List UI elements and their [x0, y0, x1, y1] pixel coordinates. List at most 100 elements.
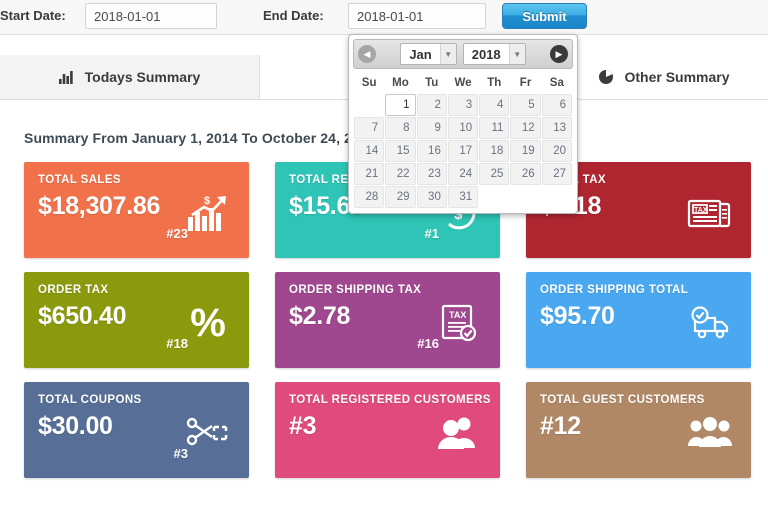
- svg-text:TAX: TAX: [449, 310, 466, 320]
- stat-card-total-coupons[interactable]: Total Coupons $30.00 #3: [24, 382, 249, 478]
- datepicker-day[interactable]: 27: [541, 163, 572, 185]
- date-filter-bar: Start Date: End Date: Submit: [0, 0, 768, 35]
- card-row: Order Tax $650.40 #18 % Order Shipping T…: [24, 272, 752, 382]
- weekday-header: Fr: [519, 77, 532, 89]
- datepicker-day[interactable]: 5: [510, 94, 541, 116]
- card-count: #23: [166, 226, 188, 241]
- weekday-header: Th: [487, 77, 502, 89]
- year-select-value: 2018: [471, 46, 501, 62]
- group-icon: [683, 408, 737, 458]
- datepicker-week-row: 123456: [354, 94, 572, 116]
- datepicker-day[interactable]: 6: [541, 94, 572, 116]
- start-date-label: Start Date:: [0, 8, 66, 23]
- datepicker-day[interactable]: 24: [447, 163, 479, 185]
- dashboard-page: Start Date: End Date: Submit Todays Summ…: [0, 0, 768, 515]
- datepicker-day[interactable]: 20: [541, 140, 572, 162]
- datepicker-popup[interactable]: ◀ Jan ▼ 2018 ▼ ▶ Su Mo Tu We Th Fr Sa 1 …: [348, 34, 578, 214]
- card-row: Total Coupons $30.00 #3 Total Registered…: [24, 382, 752, 492]
- prev-month-button[interactable]: ◀: [358, 45, 376, 63]
- datepicker-day-empty: [354, 94, 385, 116]
- datepicker-grid: Su Mo Tu We Th Fr Sa 1 2 3 4 5 6 7 8 9 10 11 12 13 14…: [353, 72, 573, 209]
- stat-card-order-shipping-tax[interactable]: Order Shipping Tax $2.78 #16 TAX: [275, 272, 500, 368]
- card-title: Total Registered Customers: [289, 394, 491, 406]
- datepicker-day[interactable]: 28: [354, 186, 385, 208]
- datepicker-day[interactable]: 3: [447, 94, 479, 116]
- card-count: #18: [166, 336, 188, 351]
- datepicker-day[interactable]: 7: [354, 117, 385, 139]
- datepicker-week-row: 28 29 30 31: [354, 186, 572, 208]
- card-value: $95.70: [540, 302, 615, 330]
- stat-card-total-sales[interactable]: Total Sales $18,307.86 #23 $: [24, 162, 249, 258]
- datepicker-day[interactable]: 12: [510, 117, 541, 139]
- datepicker-day[interactable]: 11: [479, 117, 510, 139]
- card-count: #16: [417, 336, 439, 351]
- card-value: $18,307.86: [38, 192, 161, 220]
- datepicker-day[interactable]: 19: [510, 140, 541, 162]
- sales-growth-icon: $: [181, 188, 235, 238]
- datepicker-day[interactable]: 13: [541, 117, 572, 139]
- datepicker-day[interactable]: 8: [385, 117, 416, 139]
- end-date-label: End Date:: [263, 8, 324, 23]
- card-value: #12: [540, 412, 581, 440]
- users-icon: [432, 408, 486, 458]
- datepicker-day[interactable]: 4: [479, 94, 510, 116]
- stat-card-total-registered-customers[interactable]: Total Registered Customers #3: [275, 382, 500, 478]
- card-title: Order Tax: [38, 284, 109, 296]
- summary-heading: Summary From January 1, 2014 To October …: [24, 130, 376, 146]
- card-count: #1: [424, 226, 439, 241]
- bar-chart-icon: [58, 70, 75, 84]
- card-title: Total Coupons: [38, 394, 142, 406]
- weekday-header: Tu: [425, 77, 439, 89]
- datepicker-day[interactable]: 26: [510, 163, 541, 185]
- chevron-down-icon: ▼: [439, 44, 456, 64]
- card-value: $30.00: [38, 412, 113, 440]
- submit-button[interactable]: Submit: [502, 3, 587, 29]
- datepicker-day[interactable]: 10: [447, 117, 479, 139]
- tab-label: Todays Summary: [84, 68, 201, 85]
- datepicker-week-row: 7 8 9 10 11 12 13: [354, 117, 572, 139]
- card-title: Order Shipping Tax: [289, 284, 422, 296]
- datepicker-day[interactable]: 31: [447, 186, 479, 208]
- start-date-input[interactable]: [85, 3, 217, 29]
- weekday-header: We: [454, 77, 472, 89]
- datepicker-day[interactable]: 9: [416, 117, 447, 139]
- month-select-value: Jan: [409, 46, 432, 62]
- datepicker-day-empty: [510, 186, 541, 208]
- year-select[interactable]: 2018 ▼: [462, 43, 526, 65]
- datepicker-day[interactable]: 18: [479, 140, 510, 162]
- month-select[interactable]: Jan ▼: [400, 43, 457, 65]
- end-date-input[interactable]: [348, 3, 486, 29]
- coupon-scissors-icon: [181, 408, 235, 458]
- datepicker-day[interactable]: 30: [416, 186, 447, 208]
- datepicker-day[interactable]: 1: [385, 94, 416, 116]
- datepicker-day[interactable]: 17: [447, 140, 479, 162]
- datepicker-day[interactable]: 14: [354, 140, 385, 162]
- datepicker-day[interactable]: 23: [416, 163, 447, 185]
- datepicker-day[interactable]: 21: [354, 163, 385, 185]
- tab-todays-summary[interactable]: Todays Summary: [0, 55, 260, 99]
- weekday-header: Sa: [549, 77, 564, 89]
- datepicker-week-row: 21 22 23 24 25 26 27: [354, 163, 572, 185]
- datepicker-day[interactable]: 2: [416, 94, 447, 116]
- stat-card-order-shipping-total[interactable]: Order Shipping Total $95.70: [526, 272, 751, 368]
- card-title: Order Shipping Total: [540, 284, 689, 296]
- stat-card-order-tax[interactable]: Order Tax $650.40 #18 %: [24, 272, 249, 368]
- card-count: #3: [173, 446, 188, 461]
- card-value: $2.78: [289, 302, 351, 330]
- tab-label: Other Summary: [624, 69, 730, 85]
- card-value: $650.40: [38, 302, 127, 330]
- next-month-button[interactable]: ▶: [550, 45, 568, 63]
- svg-text:TAX: TAX: [694, 207, 708, 214]
- datepicker-day-empty: [541, 186, 572, 208]
- tax-document-icon: TAX: [432, 298, 486, 348]
- datepicker-day[interactable]: 16: [416, 140, 447, 162]
- datepicker-day[interactable]: 25: [479, 163, 510, 185]
- datepicker-day[interactable]: 22: [385, 163, 416, 185]
- weekday-header: Su: [361, 77, 377, 89]
- datepicker-selects: Jan ▼ 2018 ▼: [376, 43, 550, 65]
- tab-other-summary[interactable]: Other Summary: [560, 55, 768, 99]
- chevron-down-icon: ▼: [508, 44, 525, 64]
- datepicker-day[interactable]: 15: [385, 140, 416, 162]
- stat-card-total-guest-customers[interactable]: Total Guest Customers #12: [526, 382, 751, 478]
- datepicker-day[interactable]: 29: [385, 186, 416, 208]
